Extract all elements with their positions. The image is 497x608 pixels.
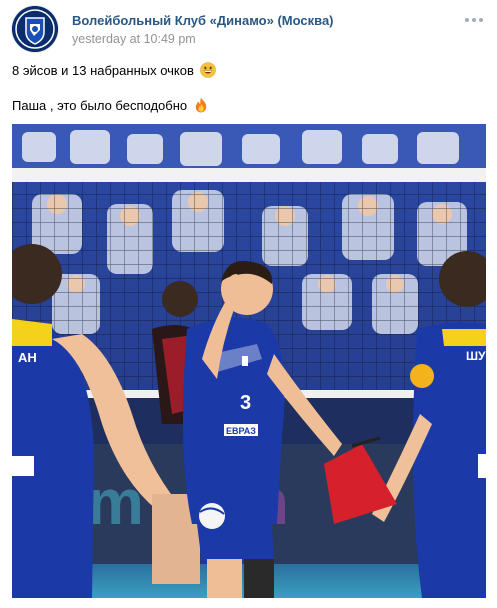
sponsor-label: ЕВРАЗ: [226, 426, 256, 436]
post-more-button[interactable]: [462, 10, 486, 30]
post-text-2: Паша , это было бесподобно: [12, 97, 188, 113]
volleyball-photo: m m АН: [12, 124, 486, 598]
grinning-face-emoji-icon: [200, 62, 216, 78]
ellipsis-icon: [465, 18, 469, 22]
post-timestamp[interactable]: yesterday at 10:49 pm: [72, 32, 196, 46]
fire-emoji-icon: [195, 97, 207, 113]
jersey-number: 3: [240, 392, 251, 414]
post-text-line: Паша , это было бесподобно: [12, 97, 209, 113]
dynamo-logo-icon: [12, 6, 58, 52]
post-text-line: 8 эйсов и 13 набранных очков: [12, 62, 216, 78]
post-photo[interactable]: m m АН: [12, 124, 486, 598]
post-text-1: 8 эйсов и 13 набранных очков: [12, 62, 194, 78]
wall-post: Волейбольный Клуб «Динамо» (Москва) yest…: [0, 0, 497, 608]
post-author-link[interactable]: Волейбольный Клуб «Динамо» (Москва): [72, 13, 334, 28]
community-avatar[interactable]: [12, 6, 58, 52]
svg-text:АН: АН: [18, 350, 37, 365]
svg-text:ШУ: ШУ: [466, 349, 486, 363]
